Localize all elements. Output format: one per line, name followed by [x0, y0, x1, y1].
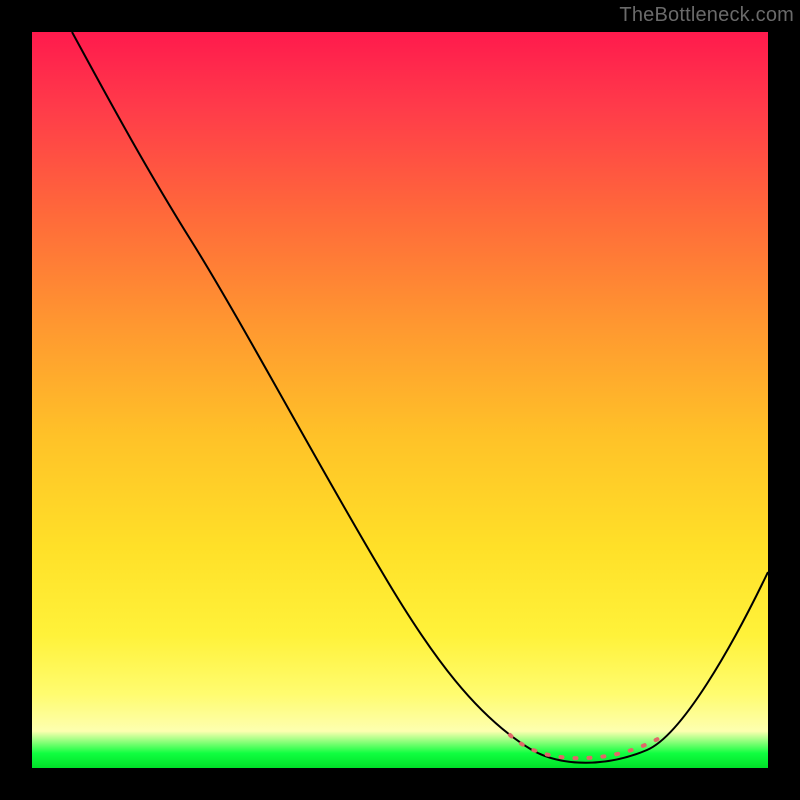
watermark-text: TheBottleneck.com — [619, 4, 794, 27]
bottleneck-curve — [72, 32, 768, 763]
chart-frame: TheBottleneck.com — [0, 0, 800, 800]
optimal-range-dots — [510, 735, 665, 758]
plot-area — [32, 32, 768, 768]
chart-svg — [32, 32, 768, 768]
